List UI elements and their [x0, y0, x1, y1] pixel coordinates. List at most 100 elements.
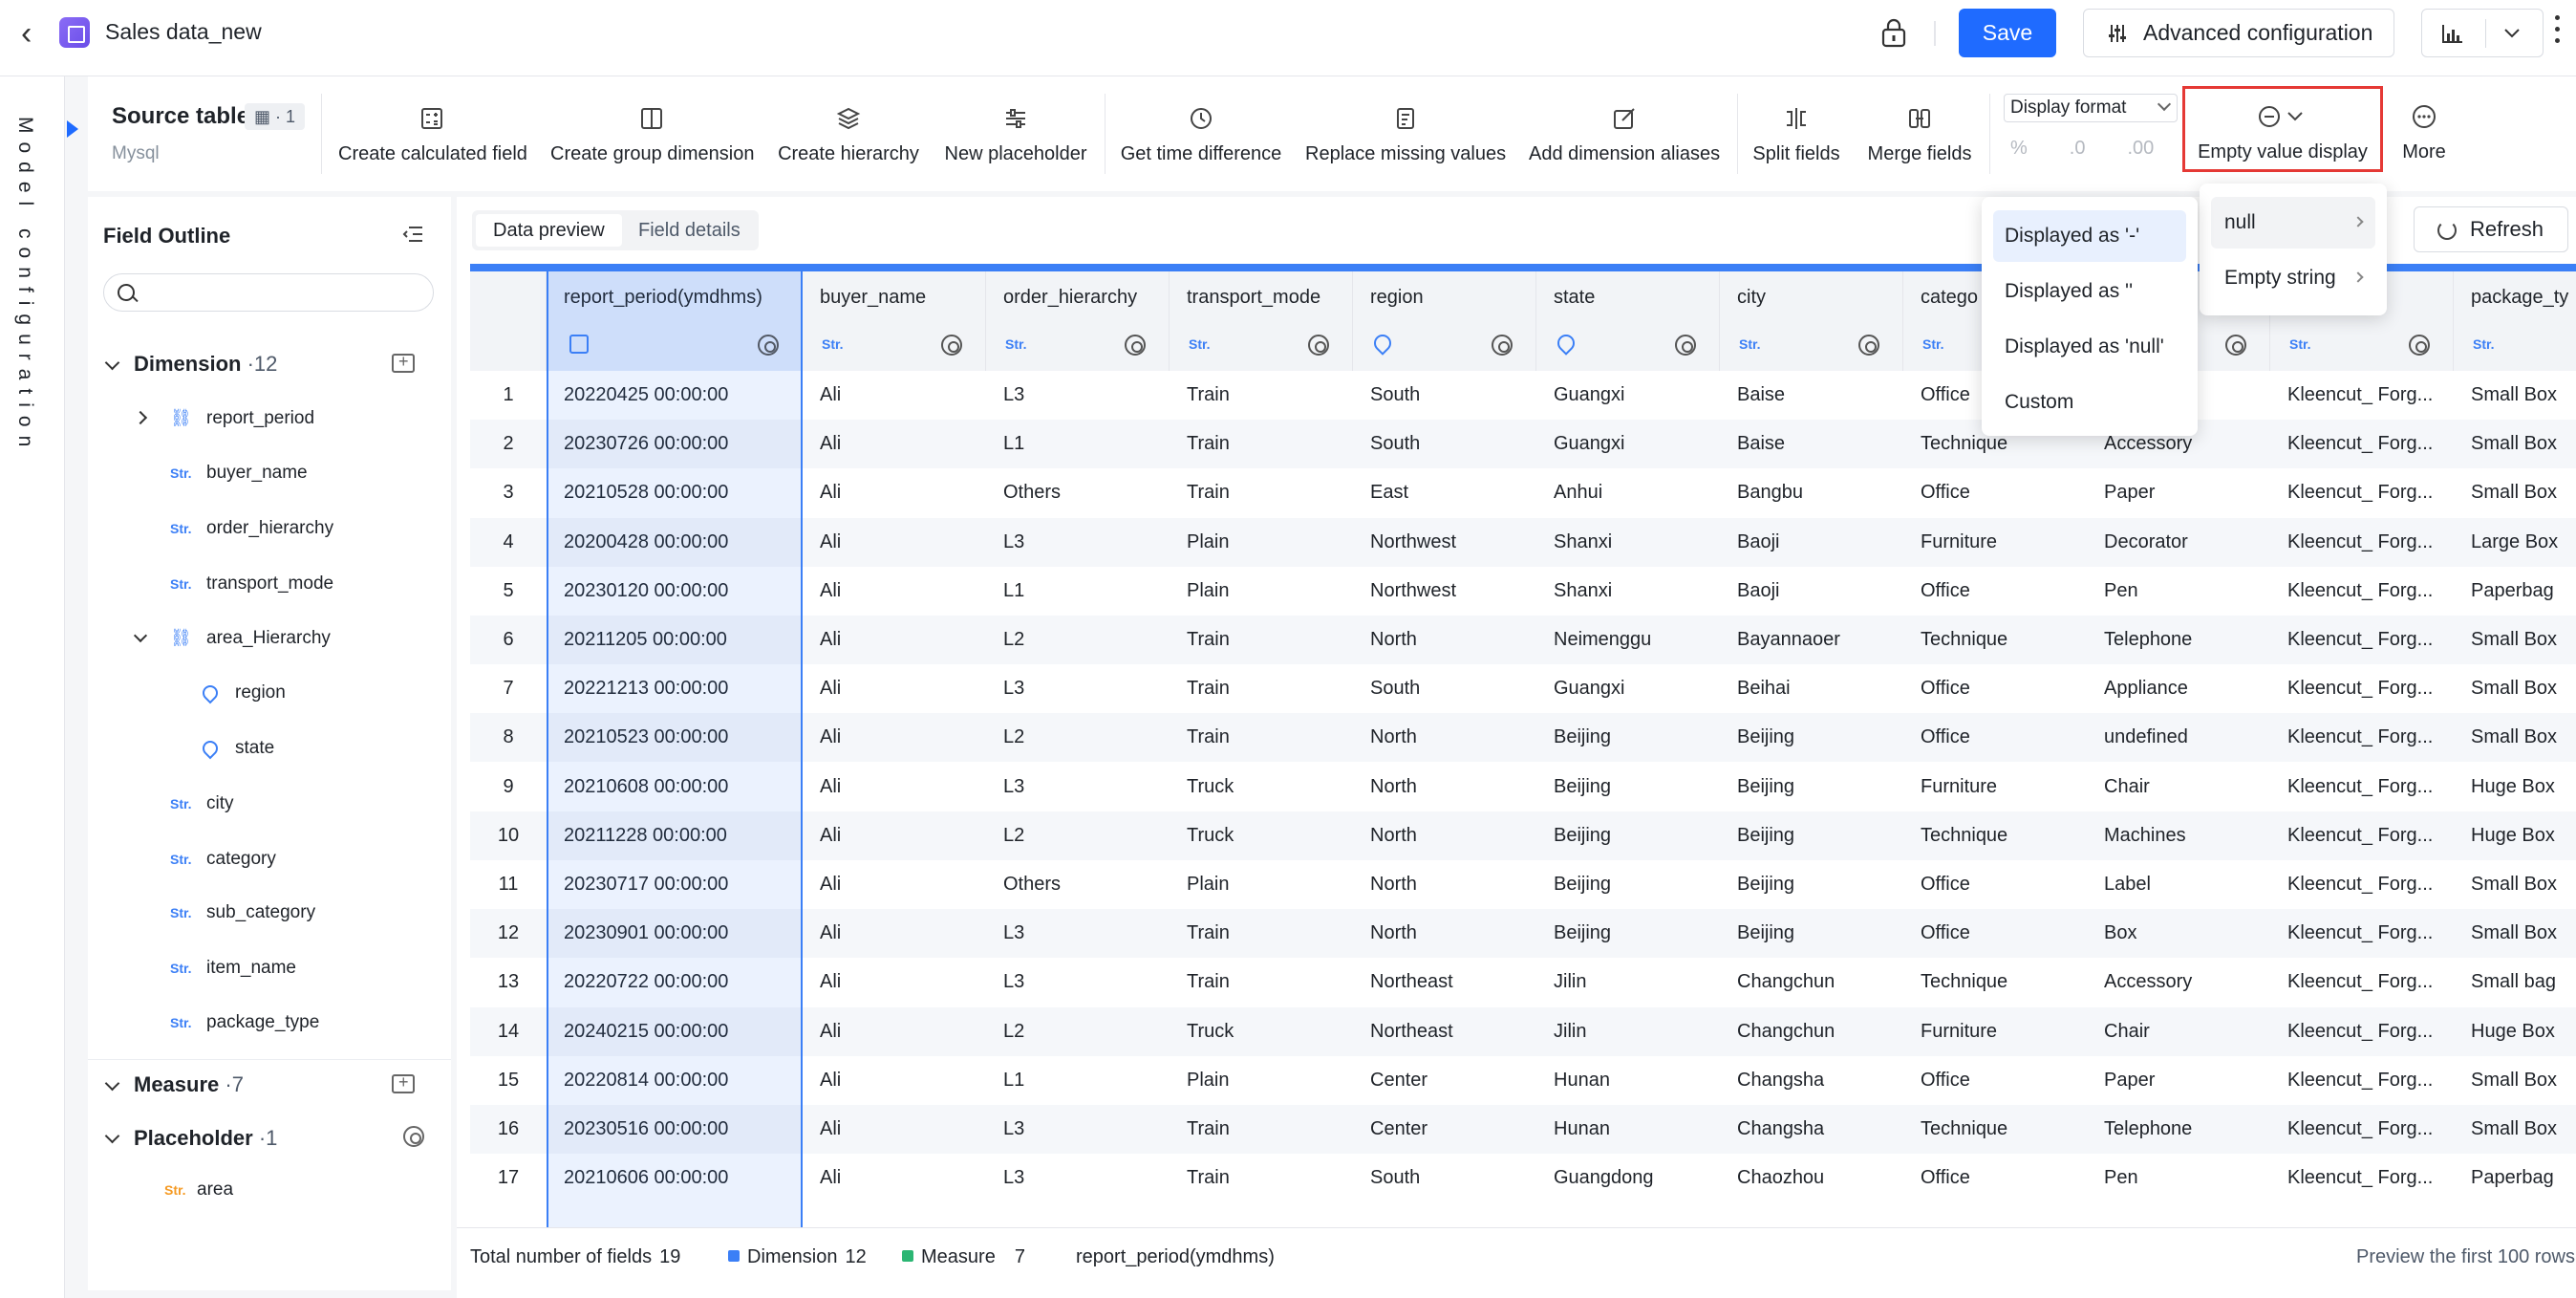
column-settings-icon[interactable]	[2409, 335, 2430, 356]
row-number: 14	[497, 1020, 520, 1042]
field-report-period[interactable]: ⛓ report_period	[170, 403, 314, 432]
column-settings-icon[interactable]	[1675, 335, 1696, 356]
menu-item-displayed-as-null[interactable]: Displayed as 'null'	[1993, 321, 2186, 373]
table-row[interactable]: 2 20230726 00:00:00 Ali L1 Train South Guangxi…	[470, 420, 2576, 469]
table-row[interactable]: 1 20220425 00:00:00 Ali L3 Train South Guangxi…	[470, 371, 2576, 420]
get-time-difference-button[interactable]: Get time difference	[1120, 105, 1282, 172]
lock-icon[interactable]	[1880, 17, 1907, 48]
field-package-type[interactable]: Str. package_type	[170, 1008, 319, 1037]
table-row[interactable]: 17 20210606 00:00:00 Ali L3 Train South Guangd…	[470, 1154, 2576, 1203]
model-configuration-strip[interactable]: Model configuration	[0, 76, 65, 1298]
collapse-outline-icon[interactable]	[401, 224, 424, 245]
menu-item-null[interactable]: null	[2211, 197, 2375, 249]
menu-item-empty-string[interactable]: Empty string	[2211, 252, 2375, 304]
add-measure-icon[interactable]	[392, 1072, 415, 1093]
advanced-configuration-button[interactable]: Advanced configuration	[2083, 9, 2394, 57]
percent-format-icon[interactable]: %	[2010, 138, 2028, 160]
menu-item-displayed-as-dash[interactable]: Displayed as '-'	[1993, 210, 2186, 262]
table-row[interactable]: 15 20220814 00:00:00 Ali L1 Plain Center Hunan…	[470, 1055, 2576, 1105]
column-header-city[interactable]: city Str.	[1720, 271, 1903, 371]
table-row[interactable]: 3 20210528 00:00:00 Ali Others Train East Anhu…	[470, 468, 2576, 518]
tab-data-preview[interactable]: Data preview	[476, 214, 622, 247]
merge-fields-button[interactable]: Merge fields	[1863, 105, 1976, 172]
add-dimension-aliases-button[interactable]: Add dimension aliases	[1529, 105, 1720, 172]
measure-group-header[interactable]: Measure ·7	[134, 1072, 244, 1097]
menu-item-displayed-as-empty[interactable]: Displayed as ''	[1993, 266, 2186, 317]
more-button[interactable]: More	[2400, 103, 2448, 163]
field-buyer-name[interactable]: Str. buyer_name	[170, 459, 308, 487]
column-settings-icon[interactable]	[1858, 335, 1879, 356]
table-row[interactable]: 7 20221213 00:00:00 Ali L3 Train South Guangxi…	[470, 664, 2576, 714]
display-format-select[interactable]: Display format	[2004, 94, 2178, 122]
table-row[interactable]: 5 20230120 00:00:00 Ali L1 Plain Northwest Sha…	[470, 566, 2576, 616]
field-search-box[interactable]	[103, 273, 434, 312]
table-cell: North	[1370, 922, 1417, 944]
save-button[interactable]: Save	[1959, 9, 2056, 57]
field-city[interactable]: Str. city	[170, 790, 234, 818]
column-settings-icon[interactable]	[758, 335, 779, 356]
chart-type-button[interactable]	[2421, 9, 2544, 57]
expand-arrow-icon[interactable]	[67, 120, 78, 138]
placeholder-settings-icon[interactable]	[403, 1126, 424, 1147]
more-options-icon[interactable]	[2555, 15, 2561, 50]
dimension-group-header[interactable]: Dimension ·12	[134, 352, 277, 377]
column-settings-icon[interactable]	[2225, 335, 2246, 356]
column-header-report-period[interactable]: report_period(ymdhms)	[547, 271, 803, 371]
field-category[interactable]: Str. category	[170, 845, 276, 874]
table-cell: L1	[1003, 1069, 1025, 1091]
replace-missing-values-button[interactable]: Replace missing values	[1305, 105, 1506, 172]
menu-item-custom[interactable]: Custom	[1993, 377, 2186, 428]
field-region[interactable]: region	[199, 679, 286, 707]
column-header-transport-mode[interactable]: transport_mode Str.	[1170, 271, 1353, 371]
column-settings-icon[interactable]	[1125, 335, 1146, 356]
table-row[interactable]: 8 20210523 00:00:00 Ali L2 Train North Beijing…	[470, 713, 2576, 763]
table-cell: Chair	[2104, 775, 2150, 797]
column-header-order-hierarchy[interactable]: order_hierarchy Str.	[986, 271, 1170, 371]
new-placeholder-button[interactable]: New placeholder	[944, 105, 1087, 172]
field-order-hierarchy[interactable]: Str. order_hierarchy	[170, 514, 333, 543]
two-decimal-format-icon[interactable]: .00	[2127, 138, 2154, 160]
column-header-buyer-name[interactable]: buyer_name Str.	[803, 271, 986, 371]
add-dimension-icon[interactable]	[392, 352, 415, 373]
column-settings-icon[interactable]	[1308, 335, 1329, 356]
refresh-button[interactable]: Refresh	[2414, 206, 2568, 252]
table-row[interactable]: 11 20230717 00:00:00 Ali Others Plain North Be…	[470, 860, 2576, 909]
field-item-name[interactable]: Str. item_name	[170, 954, 296, 983]
table-row[interactable]: 12 20230901 00:00:00 Ali L3 Train North Beijin…	[470, 909, 2576, 959]
placeholder-group-header[interactable]: Placeholder ·1	[134, 1126, 277, 1151]
field-transport-mode[interactable]: Str. transport_mode	[170, 570, 333, 598]
table-row[interactable]: 13 20220722 00:00:00 Ali L3 Train Northeast Ji…	[470, 958, 2576, 1007]
column-header-state[interactable]: state	[1536, 271, 1720, 371]
table-cell: South	[1370, 1167, 1421, 1189]
source-table-count-badge[interactable]: ▦ · 1	[245, 103, 306, 130]
measure-group-count: ·7	[225, 1072, 244, 1096]
create-hierarchy-button[interactable]: Create hierarchy	[778, 105, 919, 172]
create-calculated-field-button[interactable]: Create calculated field	[338, 105, 527, 172]
field-area-hierarchy[interactable]: ⛓ area_Hierarchy	[170, 623, 331, 652]
field-search-input[interactable]	[146, 274, 423, 311]
table-row[interactable]: 14 20240215 00:00:00 Ali L2 Truck Northeast Ji…	[470, 1006, 2576, 1056]
field-area[interactable]: Str. area	[164, 1176, 233, 1204]
column-header-package-type[interactable]: package_ty Str.	[2454, 271, 2576, 371]
back-arrow-icon[interactable]: ‹	[21, 17, 50, 50]
field-sub-category[interactable]: Str. sub_category	[170, 898, 315, 927]
field-state[interactable]: state	[199, 734, 274, 763]
table-row[interactable]: 16 20230516 00:00:00 Ali L3 Train Center Hunan…	[470, 1105, 2576, 1154]
one-decimal-format-icon[interactable]: .0	[2070, 138, 2086, 160]
row-number: 10	[497, 824, 520, 846]
chevron-down-icon[interactable]	[2502, 27, 2522, 40]
column-header-region[interactable]: region	[1353, 271, 1536, 371]
table-cell: 20230516 00:00:00	[564, 1118, 729, 1139]
field-label: region	[235, 682, 286, 703]
column-settings-icon[interactable]	[1492, 335, 1513, 356]
table-row[interactable]: 10 20211228 00:00:00 Ali L2 Truck North Beijin…	[470, 811, 2576, 860]
split-fields-button[interactable]: Split fields	[1749, 105, 1844, 172]
empty-value-display-button[interactable]: Empty value display	[2182, 103, 2383, 163]
create-group-dimension-button[interactable]: Create group dimension	[550, 105, 754, 172]
column-settings-icon[interactable]	[941, 335, 962, 356]
tab-field-details[interactable]: Field details	[621, 214, 758, 247]
table-row[interactable]: 9 20210608 00:00:00 Ali L3 Truck North Beijing…	[470, 762, 2576, 811]
table-cell: Jilin	[1554, 971, 1587, 993]
table-row[interactable]: 6 20211205 00:00:00 Ali L2 Train North Neimeng…	[470, 616, 2576, 664]
table-row[interactable]: 4 20200428 00:00:00 Ali L3 Plain Northwest Sha…	[470, 517, 2576, 567]
